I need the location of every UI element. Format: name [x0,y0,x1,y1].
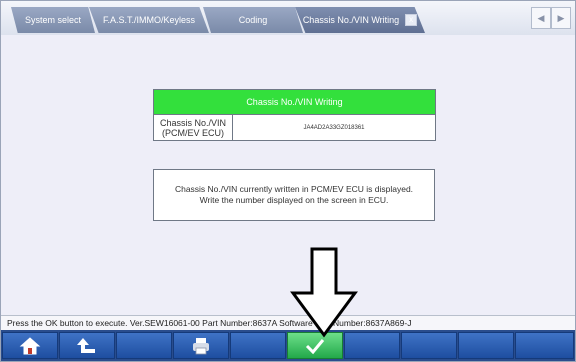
app-window: System select F.A.S.T./IMMO/Keyless Codi… [0,0,576,362]
message-line2: Write the number displayed on the screen… [199,195,389,205]
tab-system-select[interactable]: System select [11,7,95,33]
home-button[interactable] [2,332,58,359]
tab-close-icon[interactable]: x [405,14,418,26]
bottom-toolbar [1,330,575,361]
message-box: Chassis No./VIN currently written in PCM… [153,169,435,221]
blank-button[interactable] [230,332,286,359]
tab-label: Coding [238,15,268,25]
home-icon [19,336,41,354]
tab-label: Chassis No./VIN Writing [302,15,400,25]
tab-label: F.A.S.T./IMMO/Keyless [102,15,196,25]
vin-table-header: Chassis No./VIN Writing [154,90,435,115]
back-icon [77,337,95,353]
tab-fast-immo-keyless[interactable]: F.A.S.T./IMMO/Keyless [89,7,209,33]
message-line1: Chassis No./VIN currently written in PCM… [174,184,414,194]
vin-value: JA4AD2A33GZ018361 [303,124,365,131]
vin-label: Chassis No./VIN (PCM/EV ECU) [154,115,233,140]
main-panel: Chassis No./VIN Writing Chassis No./VIN … [1,35,575,315]
blank-button[interactable] [401,332,457,359]
vin-label-line2: (PCM/EV ECU) [161,127,224,138]
blank-button[interactable] [515,332,574,359]
vin-row: Chassis No./VIN (PCM/EV ECU) JA4AD2A33GZ… [154,115,435,140]
print-button[interactable] [173,332,229,359]
vin-table: Chassis No./VIN Writing Chassis No./VIN … [153,89,436,141]
tab-label: System select [24,15,82,25]
pointer-arrow-icon [290,247,358,338]
scroll-right-icon[interactable]: ▶ [551,7,571,29]
print-icon [193,337,209,354]
scroll-left-icon[interactable]: ◀ [531,7,551,29]
tab-bar: System select F.A.S.T./IMMO/Keyless Codi… [1,1,575,35]
blank-button[interactable] [116,332,172,359]
blank-button[interactable] [458,332,514,359]
tab-chassis-vin-writing[interactable]: Chassis No./VIN Writing x [295,7,425,33]
tab-coding[interactable]: Coding [203,7,303,33]
vin-label-line1: Chassis No./VIN [159,117,227,128]
status-bar: Press the OK button to execute. Ver.SEW1… [1,315,575,330]
back-button[interactable] [59,332,115,359]
